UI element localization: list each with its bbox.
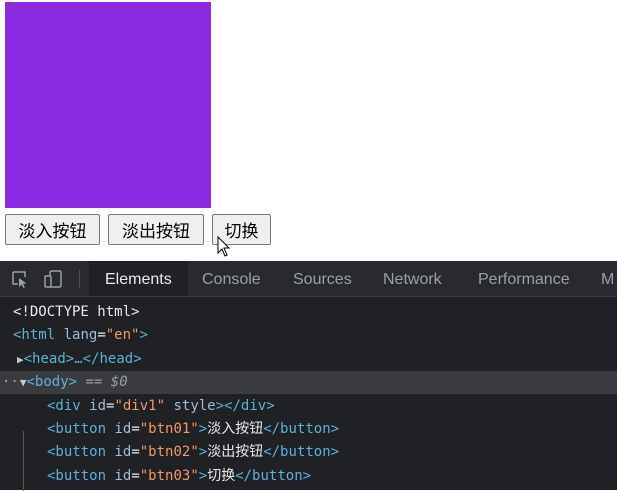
tab-elements[interactable]: Elements xyxy=(89,261,188,296)
tab-performance[interactable]: Performance xyxy=(478,261,570,296)
dom-line-doctype[interactable]: <!DOCTYPE html> xyxy=(0,301,617,324)
fade-out-button[interactable]: 淡出按钮 xyxy=(108,214,204,245)
tab-sources[interactable]: Sources xyxy=(293,261,352,296)
tab-console[interactable]: Console xyxy=(202,261,261,296)
fade-in-button[interactable]: 淡入按钮 xyxy=(5,214,100,245)
tab-more[interactable]: M xyxy=(601,261,614,296)
dom-line-body-selected[interactable]: ··▼<body> == $0 xyxy=(0,371,617,394)
dom-line-btn03[interactable]: <button id="btn03">切换</button> xyxy=(0,465,617,488)
mouse-pointer-icon xyxy=(217,236,231,257)
purple-square xyxy=(5,2,211,208)
expand-triangle-icon[interactable]: ▶ xyxy=(0,353,24,366)
ellipsis-icon[interactable]: ·· xyxy=(0,374,19,390)
devtools-tabbar: Elements Console Sources Network Perform… xyxy=(0,261,617,297)
dom-line-btn01[interactable]: <button id="btn01">淡入按钮</button> xyxy=(0,418,617,441)
dom-tree: <!DOCTYPE html> <html lang="en"> ▶<head>… xyxy=(0,297,617,491)
tab-network[interactable]: Network xyxy=(383,261,442,296)
dom-line-html[interactable]: <html lang="en"> xyxy=(0,324,617,347)
dom-line-div1[interactable]: <div id="div1" style></div> xyxy=(0,395,617,418)
tab-separator xyxy=(79,270,80,288)
rendered-page: 淡入按钮 淡出按钮 切换 xyxy=(0,0,617,261)
inspect-element-icon[interactable] xyxy=(10,269,30,289)
dom-line-btn02[interactable]: <button id="btn02">淡出按钮</button> xyxy=(0,441,617,464)
device-toolbar-icon[interactable] xyxy=(43,269,63,289)
devtools-panel: Elements Console Sources Network Perform… xyxy=(0,261,617,491)
dom-line-head[interactable]: ▶<head>…</head> xyxy=(0,348,617,371)
